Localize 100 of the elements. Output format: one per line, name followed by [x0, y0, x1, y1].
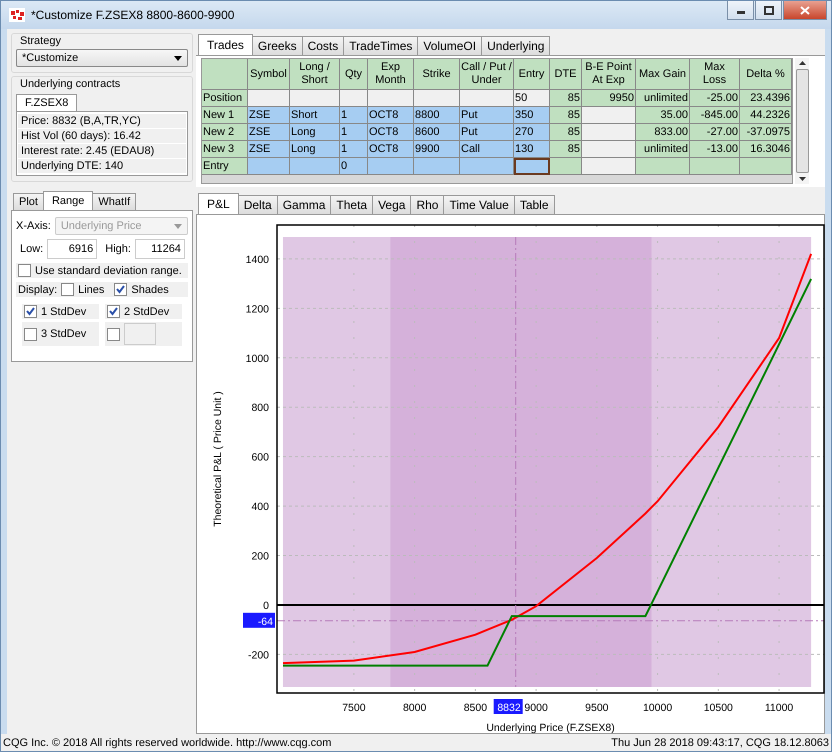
color-swatch[interactable]: [124, 323, 156, 345]
table-cell[interactable]: Short: [290, 107, 340, 124]
table-cell[interactable]: Put: [460, 107, 514, 124]
trades-tab[interactable]: TradeTimes: [343, 36, 418, 55]
table-cell[interactable]: Long: [290, 124, 340, 141]
table-cell[interactable]: 16.3046: [740, 141, 792, 158]
settings-tab[interactable]: WhatIf: [92, 193, 136, 210]
trades-tab[interactable]: VolumeOI: [417, 36, 482, 55]
table-cell[interactable]: [550, 158, 582, 175]
checkbox[interactable]: [61, 283, 74, 296]
checkbox-label: 3 StdDev: [41, 328, 86, 340]
table-cell[interactable]: [414, 90, 460, 107]
table-cell[interactable]: [636, 158, 690, 175]
trades-tab[interactable]: Costs: [302, 36, 344, 55]
table-cell[interactable]: 8800: [414, 107, 460, 124]
table-cell[interactable]: 9950: [582, 90, 636, 107]
table-cell[interactable]: [290, 158, 340, 175]
table-cell[interactable]: [740, 158, 792, 175]
table-cell[interactable]: ZSE: [248, 141, 290, 158]
table-cell[interactable]: 85: [550, 124, 582, 141]
table-cell[interactable]: 50: [514, 90, 550, 107]
chart-tab[interactable]: Vega: [372, 195, 412, 214]
table-cell[interactable]: [460, 158, 514, 175]
close-button[interactable]: [783, 1, 827, 20]
table-cell[interactable]: 9900: [414, 141, 460, 158]
minimize-button[interactable]: [727, 1, 754, 20]
table-cell[interactable]: unlimited: [636, 141, 690, 158]
table-cell[interactable]: [582, 124, 636, 141]
table-cell[interactable]: -37.0975: [740, 124, 792, 141]
table-cell[interactable]: 0: [340, 158, 368, 175]
checkbox[interactable]: [24, 328, 37, 340]
checkbox[interactable]: [107, 328, 120, 340]
table-cell[interactable]: [248, 90, 290, 107]
table-cell[interactable]: Call: [460, 141, 514, 158]
chart-tab[interactable]: Rho: [410, 195, 444, 214]
table-cell[interactable]: 35.00: [636, 107, 690, 124]
table-cell[interactable]: [248, 158, 290, 175]
checkbox[interactable]: [114, 283, 128, 296]
checkbox-label: 1 StdDev: [41, 306, 86, 318]
chart-tab[interactable]: P&L: [198, 193, 239, 214]
contract-tab[interactable]: F.ZSEX8: [16, 94, 78, 111]
table-cell[interactable]: unlimited: [636, 90, 690, 107]
table-cell[interactable]: 85: [550, 141, 582, 158]
table-cell[interactable]: 23.4396: [740, 90, 792, 107]
table-cell[interactable]: 8600: [414, 124, 460, 141]
table-cell[interactable]: ZSE: [248, 124, 290, 141]
table-cell[interactable]: 1: [340, 107, 368, 124]
table-cell[interactable]: Long: [290, 141, 340, 158]
table-cell[interactable]: ZSE: [248, 107, 290, 124]
strategy-dropdown[interactable]: *Customize: [16, 49, 188, 67]
table-cell[interactable]: OCT8: [368, 107, 414, 124]
x-tick-label: 8000: [402, 702, 426, 714]
table-cell[interactable]: [690, 158, 740, 175]
table-cell[interactable]: -845.00: [690, 107, 740, 124]
maximize-button[interactable]: [755, 1, 782, 20]
high-field[interactable]: 11264: [134, 239, 185, 259]
table-cell[interactable]: [290, 90, 340, 107]
table-cell[interactable]: -13.00: [690, 141, 740, 158]
table-cell[interactable]: [414, 158, 460, 175]
table-cell[interactable]: 130: [514, 141, 550, 158]
table-cell[interactable]: [368, 158, 414, 175]
chart-tab[interactable]: Theta: [330, 195, 374, 214]
table-cell[interactable]: [340, 90, 368, 107]
checkbox-label: Shades: [131, 284, 169, 296]
column-header: B-E Point At Exp: [582, 59, 636, 90]
chart-tab[interactable]: Delta: [238, 195, 278, 214]
chart-tab[interactable]: Table: [514, 195, 555, 214]
table-cell[interactable]: 833.00: [636, 124, 690, 141]
table-cell[interactable]: -27.00: [690, 124, 740, 141]
table-cell[interactable]: 85: [550, 107, 582, 124]
chart-tab[interactable]: Gamma: [276, 195, 332, 214]
trades-tab[interactable]: Trades: [198, 34, 253, 55]
table-cell[interactable]: [514, 158, 550, 175]
table-cell[interactable]: [582, 141, 636, 158]
table-cell[interactable]: -25.00: [690, 90, 740, 107]
checkbox[interactable]: [107, 305, 120, 318]
checkbox[interactable]: [24, 305, 37, 318]
table-cell[interactable]: 1: [340, 124, 368, 141]
settings-tab[interactable]: Range: [42, 191, 94, 210]
column-header: Max Loss: [690, 59, 740, 90]
chart-tab[interactable]: Time Value: [443, 195, 515, 214]
table-cell[interactable]: Put: [460, 124, 514, 141]
settings-tab[interactable]: Plot: [13, 193, 44, 210]
table-cell[interactable]: [582, 107, 636, 124]
table-cell[interactable]: 85: [550, 90, 582, 107]
table-cell[interactable]: OCT8: [368, 124, 414, 141]
table-cell[interactable]: 270: [514, 124, 550, 141]
table-cell[interactable]: [582, 158, 636, 175]
table-cell[interactable]: OCT8: [368, 141, 414, 158]
low-field[interactable]: 6916: [47, 239, 98, 259]
scroll-thumb[interactable]: [796, 69, 808, 173]
table-cell[interactable]: [368, 90, 414, 107]
table-cell[interactable]: [460, 90, 514, 107]
checkbox[interactable]: [18, 264, 31, 277]
trades-tab[interactable]: Greeks: [252, 36, 303, 55]
table-cell[interactable]: 1: [340, 141, 368, 158]
table-cell[interactable]: 44.2326: [740, 107, 792, 124]
scrollbar[interactable]: [795, 58, 809, 184]
trades-tab[interactable]: Underlying: [481, 36, 550, 55]
table-cell[interactable]: 350: [514, 107, 550, 124]
